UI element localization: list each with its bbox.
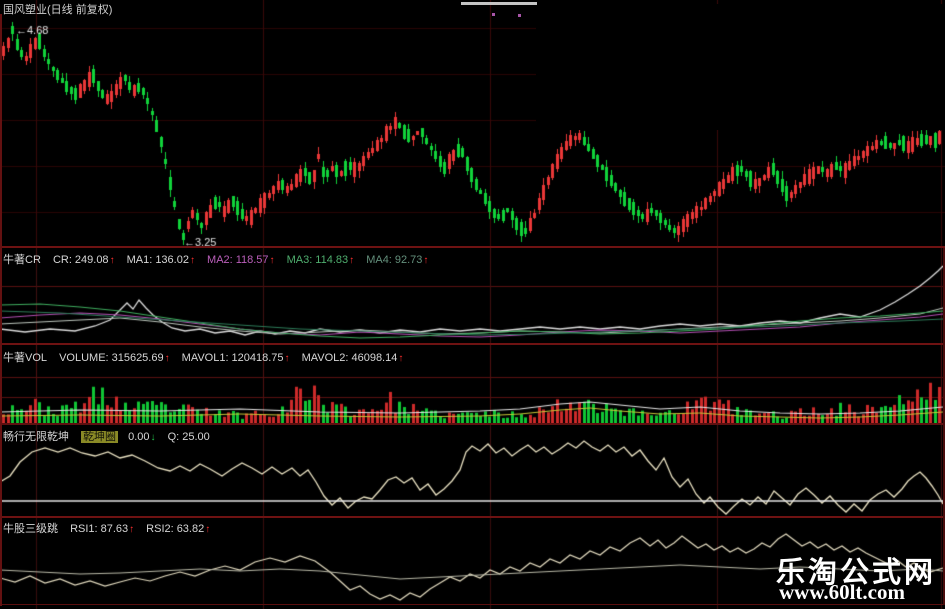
mavol2-field: MAVOL2: 46098.14 [302, 352, 398, 364]
ma2-field: MA2: 118.57 [207, 254, 269, 266]
chart-window: 国风塑业(日线 前复权) 牛著CR CR: 249.08↑ MA1: 136.02↑… [0, 0, 945, 609]
rsi2-field: RSI2: 63.82 [146, 523, 204, 535]
panel-divider [0, 516, 945, 518]
field-label: MAVOL2: [301, 352, 349, 364]
watermark-url: www.60lt.com [779, 580, 905, 604]
cr-value-field: CR: 249.08 [53, 254, 109, 266]
up-arrow-icon: ↑ [205, 524, 211, 535]
up-arrow-icon: ↑ [284, 353, 290, 364]
up-arrow-icon: ↑ [269, 255, 275, 266]
field-value: 114.83 [315, 254, 349, 266]
up-arrow-icon: ↑ [398, 353, 404, 364]
field-label: MAVOL1: [181, 352, 229, 364]
panel-divider [0, 423, 945, 425]
field-label: MA2: [207, 254, 233, 266]
indicator-title: 牛著VOL [3, 352, 48, 364]
rsi-panel-header: 牛股三级跳 RSI1: 87.63↑ RSI2: 63.82↑ [3, 520, 219, 536]
field-label: RSI1: [70, 523, 98, 535]
up-arrow-icon: ↑ [423, 255, 429, 266]
qiankun-ring-tag: 乾坤圈 [81, 431, 119, 443]
up-arrow-icon: ↑ [189, 255, 195, 266]
left-border [0, 14, 2, 606]
mavol1-field: MAVOL1: 120418.75 [182, 352, 284, 364]
cr-panel-header: 牛著CR CR: 249.08↑ MA1: 136.02↑ MA2: 118.57↑ … [3, 251, 437, 267]
field-value: 118.57 [235, 254, 269, 266]
up-arrow-icon: ↑ [109, 255, 115, 266]
field-label: VOLUME: [59, 352, 109, 364]
up-arrow-icon: ↑ [349, 255, 355, 266]
up-arrow-icon: ↑ [129, 524, 135, 535]
down-arrow-icon: ↓ [150, 432, 156, 443]
field-value: 136.02 [155, 254, 189, 266]
stock-title: 国风塑业(日线 前复权) [3, 4, 113, 16]
field-label: Q: [167, 431, 180, 443]
vol-panel-header: 牛著VOL VOLUME: 315625.69↑ MAVOL1: 120418.75… [3, 349, 412, 365]
field-value: 92.73 [394, 254, 423, 266]
ma4-field: MA4: 92.73 [366, 254, 422, 266]
field-label: CR: [52, 254, 72, 266]
artifact-dot [518, 14, 521, 17]
field-value: 0.00 [128, 431, 150, 443]
field-label: MA1: [126, 254, 153, 266]
up-arrow-icon: ↑ [164, 353, 170, 364]
panel-divider [0, 246, 945, 248]
field-value: 87.63 [100, 523, 129, 535]
blank-overlay [536, 4, 945, 130]
field-value: 120418.75 [231, 352, 284, 364]
field-value: 249.08 [74, 254, 109, 266]
panel-divider [0, 343, 945, 345]
field-label: RSI2: [146, 523, 174, 535]
field-label: MA3: [286, 254, 313, 266]
indicator-title: 畅行无限乾坤 [3, 431, 69, 443]
indicator-title: 牛股三级跳 [3, 523, 58, 535]
field-label: MA4: [366, 254, 392, 266]
ma1-field: MA1: 136.02 [127, 254, 189, 266]
field-value: 46098.14 [351, 352, 398, 364]
qiankun-panel-header: 畅行无限乾坤 乾坤圈 0.00↓ Q: 25.00 [3, 428, 210, 444]
ring-value: 0.00 [125, 431, 149, 443]
artifact-line [461, 2, 537, 5]
field-value: 25.00 [182, 431, 210, 443]
rsi1-field: RSI1: 87.63 [70, 523, 128, 535]
indicator-title: 牛著CR [3, 254, 41, 266]
volume-field: VOLUME: 315625.69 [59, 352, 164, 364]
q-field: Q: 25.00 [168, 431, 210, 443]
field-value: 63.82 [176, 523, 205, 535]
artifact-dot [492, 13, 495, 16]
field-value: 315625.69 [111, 352, 164, 364]
ma3-field: MA3: 114.83 [287, 254, 349, 266]
